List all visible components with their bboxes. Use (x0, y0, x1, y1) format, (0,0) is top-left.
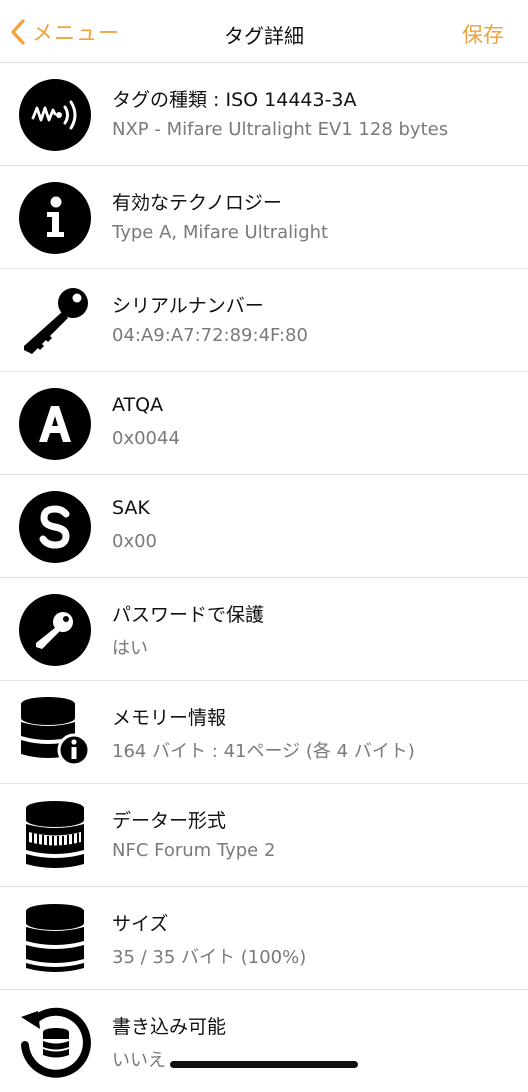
database-refresh-icon (18, 1005, 92, 1079)
list-item-data-format[interactable]: データー形式 NFC Forum Type 2 (0, 783, 528, 886)
row-value: 164 バイト : 41ページ (各 4 バイト) (112, 741, 415, 762)
row-value: 0x0044 (112, 428, 180, 449)
row-title: パスワードで保護 (112, 604, 265, 626)
row-value: いいえ (112, 1050, 166, 1071)
database-icon (18, 902, 92, 976)
row-title: メモリー情報 (112, 707, 227, 729)
row-value: NXP - Mifare Ultralight EV1 128 bytes (112, 119, 449, 140)
list-item-writable[interactable]: 書き込み可能 いいえ (0, 989, 528, 1092)
page-title: タグ詳細 (224, 24, 304, 48)
list-item-serial-number[interactable]: シリアルナンバー 04:A9:A7:72:89:4F:80 (0, 268, 528, 371)
list-item-technologies[interactable]: 有効なテクノロジー Type A, Mifare Ultralight (0, 165, 528, 268)
row-value: Type A, Mifare Ultralight (112, 222, 329, 243)
row-value: はい (112, 638, 148, 659)
row-value: 35 / 35 バイト (100%) (112, 947, 307, 968)
password-key-icon (18, 593, 92, 667)
list-item-memory-info[interactable]: メモリー情報 164 バイト : 41ページ (各 4 バイト) (0, 680, 528, 783)
save-button[interactable]: 保存 (462, 19, 504, 49)
row-title: シリアルナンバー (112, 295, 264, 317)
list-item-size[interactable]: サイズ 35 / 35 バイト (100%) (0, 886, 528, 989)
row-value: 0x00 (112, 531, 158, 552)
row-title: ATQA (112, 394, 164, 416)
navigation-bar: メニュー タグ詳細 保存 (0, 0, 528, 62)
list-item-atqa[interactable]: ATQA 0x0044 (0, 371, 528, 474)
list-item-password[interactable]: パスワードで保護 はい (0, 577, 528, 680)
row-title: サイズ (112, 913, 169, 935)
list-item-tag-type[interactable]: タグの種類 : ISO 14443-3A NXP - Mifare Ultral… (0, 62, 528, 165)
row-title: 有効なテクノロジー (112, 192, 282, 214)
row-title: 書き込み可能 (112, 1016, 227, 1038)
database-info-icon (18, 696, 92, 770)
home-indicator[interactable] (170, 1061, 358, 1068)
list-item-sak[interactable]: SAK 0x00 (0, 474, 528, 577)
row-value: 04:A9:A7:72:89:4F:80 (112, 325, 308, 346)
database-ring-icon (18, 799, 92, 873)
tag-detail-list: タグの種類 : ISO 14443-3A NXP - Mifare Ultral… (0, 62, 528, 1092)
row-title: タグの種類 : ISO 14443-3A (112, 89, 357, 111)
letter-s-icon (18, 490, 92, 564)
key-icon (18, 284, 92, 358)
nfc-wave-icon (18, 78, 92, 152)
letter-a-icon (18, 387, 92, 461)
row-title: SAK (112, 497, 150, 519)
row-title: データー形式 (112, 810, 227, 832)
row-value: NFC Forum Type 2 (112, 840, 276, 861)
info-icon (18, 181, 92, 255)
